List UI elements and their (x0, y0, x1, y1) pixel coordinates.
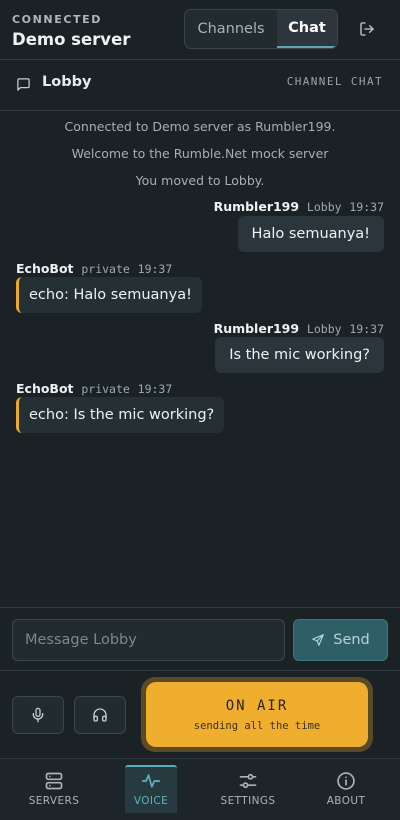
message-square-icon (17, 78, 30, 91)
tab-channels[interactable]: Channels (185, 10, 277, 48)
send-icon (312, 634, 325, 646)
logout-button[interactable] (354, 16, 380, 42)
mic-toggle-button[interactable] (12, 696, 64, 734)
send-button-label: Send (333, 632, 370, 648)
nav-label: SETTINGS (220, 795, 276, 807)
message-input[interactable] (12, 619, 285, 661)
message-meta: EchoBot private 19:37 (16, 381, 172, 396)
channel-chat-label: CHANNEL CHAT (286, 75, 383, 88)
channel-name: Lobby (42, 74, 92, 90)
on-air-title: ON AIR (225, 697, 289, 714)
on-air-subtitle: sending all the time (193, 719, 321, 732)
bottom-nav: SERVERS VOICE SETTINGS ABOUT (0, 758, 400, 820)
nav-label: VOICE (133, 795, 169, 807)
nav-servers[interactable]: SERVERS (9, 767, 99, 815)
logout-icon (360, 22, 374, 36)
message-sender: EchoBot (16, 261, 74, 276)
message-bubble-outgoing: Is the mic working? (215, 337, 384, 373)
nav-about[interactable]: ABOUT (301, 767, 391, 815)
message-time: 19:37 (137, 382, 173, 396)
voice-controls: ON AIR sending all the time (0, 671, 400, 758)
servers-icon (45, 772, 63, 790)
server-name: Demo server (12, 30, 131, 49)
message-feed[interactable]: Connected to Demo server as Rumbler199. … (0, 112, 400, 607)
message-scope: Lobby (306, 200, 342, 214)
message-time: 19:37 (349, 322, 384, 336)
on-air-button[interactable]: ON AIR sending all the time (141, 677, 373, 752)
view-switcher: Channels Chat (184, 9, 338, 49)
system-message: Welcome to the Rumble.Net mock server (71, 146, 329, 161)
system-message: Connected to Demo server as Rumbler199. (64, 119, 336, 134)
message-sender: Rumbler199 (213, 321, 300, 336)
app-header: CONNECTED Demo server Channels Chat (0, 0, 400, 60)
message-meta: EchoBot private 19:37 (16, 261, 172, 276)
message-composer: Send (0, 607, 400, 671)
mic-icon (32, 707, 44, 723)
message-time: 19:37 (349, 200, 384, 214)
on-air-face: ON AIR sending all the time (146, 682, 368, 747)
headphones-toggle-button[interactable] (74, 696, 126, 734)
channel-bar: Lobby CHANNEL CHAT (0, 61, 400, 111)
message-bubble-outgoing: Halo semuanya! (237, 216, 384, 252)
message-scope: private (81, 382, 130, 396)
nav-settings[interactable]: SETTINGS (203, 767, 293, 815)
system-message: You moved to Lobby. (135, 173, 265, 188)
message-scope: private (81, 262, 130, 276)
tab-chat[interactable]: Chat (277, 10, 337, 48)
activity-icon (141, 774, 161, 788)
nav-label: SERVERS (28, 795, 80, 807)
message-meta: Rumbler199 Lobby 19:37 (214, 321, 384, 336)
message-scope: Lobby (306, 322, 342, 336)
message-bubble-incoming: echo: Halo semuanya! (16, 277, 202, 313)
message-meta: Rumbler199 Lobby 19:37 (214, 199, 384, 214)
connection-status: CONNECTED (12, 13, 102, 26)
headphones-icon (93, 708, 107, 722)
nav-label: ABOUT (326, 795, 366, 807)
send-button[interactable]: Send (293, 619, 388, 661)
message-sender: Rumbler199 (213, 199, 300, 214)
nav-voice[interactable]: VOICE (125, 765, 177, 813)
message-time: 19:37 (137, 262, 173, 276)
sliders-icon (239, 773, 257, 789)
message-sender: EchoBot (16, 381, 74, 396)
info-icon (337, 772, 355, 790)
message-bubble-incoming: echo: Is the mic working? (16, 397, 225, 433)
